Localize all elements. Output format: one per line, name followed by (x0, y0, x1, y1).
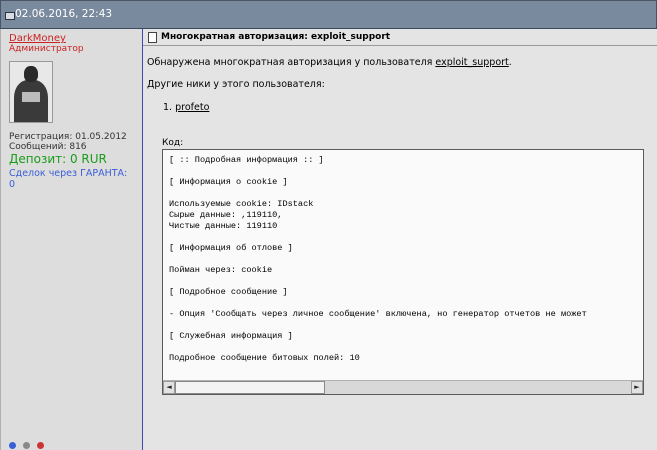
scroll-thumb[interactable] (175, 381, 325, 394)
report-icon[interactable] (37, 442, 44, 449)
post-title: Многократная авторизация: exploit_suppor… (161, 32, 391, 42)
nick-link[interactable]: profeto (175, 102, 209, 113)
code-line: [ Информация об отлове ] (169, 243, 293, 253)
detected-user-link[interactable]: exploit_support (435, 57, 508, 68)
code-line: Чистые данные: 119110 (169, 221, 278, 231)
document-icon (148, 32, 157, 43)
guarantee-deals-count: 0 (9, 179, 16, 190)
user-rank: Администратор (9, 44, 84, 54)
registration-date: Регистрация: 01.05.2012 (9, 132, 127, 142)
post-status-icon (5, 12, 15, 20)
post-header: 02.06.2016, 22:43 (0, 0, 657, 30)
code-label: Код: (162, 138, 184, 148)
user-action-icons (9, 442, 53, 450)
post-content-panel: Многократная авторизация: exploit_suppor… (143, 29, 657, 450)
list-item: 1. profeto (163, 102, 209, 113)
scroll-left-arrow-icon[interactable]: ◄ (163, 381, 175, 394)
guarantee-deals-label: Сделок через ГАРАНТА: (9, 168, 128, 179)
detection-message-prefix: Обнаружена многократная авторизация у по… (147, 57, 436, 68)
list-item-number: 1. (163, 102, 173, 113)
message-icon[interactable] (23, 442, 30, 449)
avatar-figure-head (24, 66, 38, 82)
post-date: 02.06.2016, 22:43 (15, 8, 113, 20)
username-link[interactable]: DarkMoney (9, 33, 66, 44)
scroll-right-arrow-icon[interactable]: ► (631, 381, 643, 394)
detection-message-suffix: . (508, 57, 512, 68)
code-line: - Опция 'Сообщать через личное сообщение… (169, 309, 587, 319)
code-lines: [ :: Подробная информация :: ] [ Информа… (169, 155, 587, 364)
code-block[interactable]: [ :: Подробная информация :: ] [ Информа… (162, 149, 644, 395)
code-line: [ Информация о cookie ] (169, 177, 288, 187)
user-profile-panel: DarkMoney Администратор Регистрация: 01.… (0, 29, 144, 450)
horizontal-scrollbar[interactable]: ◄ ► (163, 380, 643, 394)
code-line: Сырые данные: ,119110, (169, 210, 283, 220)
deposit-balance: Депозит: 0 RUR (9, 152, 107, 166)
profile-icon[interactable] (9, 442, 16, 449)
code-line: [ :: Подробная информация :: ] (169, 155, 324, 165)
avatar[interactable] (9, 61, 53, 123)
other-nicks-label: Другие ники у этого пользователя: (147, 79, 325, 90)
detection-message: Обнаружена многократная авторизация у по… (147, 57, 512, 68)
code-line: Используемые cookie: IDstack (169, 199, 314, 209)
code-line: [ Подробное сообщение ] (169, 287, 288, 297)
code-line: Пойман через: cookie (169, 265, 273, 275)
message-count: Сообщений: 816 (9, 142, 87, 152)
code-line: Подробное сообщение битовых полей: 10 (169, 353, 360, 363)
post-title-bar: Многократная авторизация: exploit_suppor… (143, 29, 657, 46)
code-line: [ Служебная информация ] (169, 331, 293, 341)
avatar-figure-detail (22, 92, 40, 102)
